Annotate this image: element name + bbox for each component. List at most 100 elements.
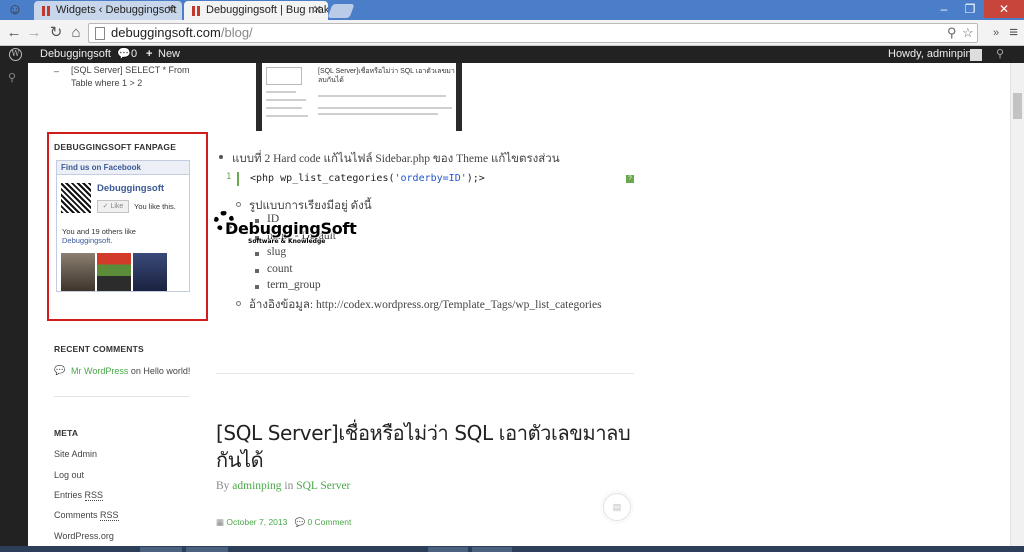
wp-admin-bar: W Debuggingsoft 💬 0 + New Howdy, adminpi… — [0, 46, 1024, 63]
post-format-icon: ▤ — [603, 493, 631, 521]
fb-header: Find us on Facebook — [57, 161, 189, 175]
comments-bubble-icon[interactable]: 💬 — [117, 46, 131, 63]
list-circle — [236, 202, 241, 207]
code-line-number: 1 — [226, 172, 232, 182]
url-path: /blog/ — [220, 25, 253, 40]
list-bullet — [219, 155, 223, 159]
meta-site-admin[interactable]: Site Admin — [54, 449, 97, 459]
fb-others-link[interactable]: Debuggingsoft. — [62, 236, 112, 245]
back-arrow-icon[interactable]: ← — [4, 23, 24, 43]
method-2-text: แบบที่ 2 Hard code แก้ไนไฟล์ Sidebar.php… — [232, 153, 560, 165]
recent-comments-title: RECENT COMMENTS — [54, 344, 144, 354]
fb-fan-avatar[interactable] — [97, 253, 131, 291]
sidebar-post-link-line2[interactable]: Table where 1 > 2 — [71, 78, 142, 88]
fb-page-name[interactable]: Debuggingsoft — [97, 183, 164, 194]
list-square — [255, 269, 259, 273]
taskbar-item[interactable] — [186, 547, 228, 552]
profile-avatar-icon[interactable]: ☺ — [4, 0, 26, 20]
forward-arrow-icon[interactable]: → — [24, 23, 44, 43]
fb-others-text: You and 19 others like Debuggingsoft. — [62, 227, 136, 245]
home-icon[interactable]: ⌂ — [66, 23, 86, 43]
post-screenshot-image: [SQL Server]เชื่อหรือไม่ว่า SQL เอาตัวเล… — [256, 63, 462, 131]
browser-tab-bar: ☺ Widgets ‹ Debuggingsoft ✕ Debuggingsof… — [0, 0, 1024, 20]
tab-close-icon[interactable]: ✕ — [167, 1, 176, 20]
list-square — [255, 252, 259, 256]
wordpress-logo-icon[interactable]: W — [9, 48, 22, 61]
shot-line — [266, 91, 296, 93]
comment-author-link[interactable]: Mr WordPress — [71, 366, 128, 376]
search-icon[interactable]: ⚲ — [8, 71, 16, 84]
chrome-menu-icon[interactable]: ≡ — [1009, 23, 1018, 43]
reload-icon[interactable]: ↻ — [46, 23, 66, 43]
taskbar-item[interactable] — [472, 547, 512, 552]
order-item-term-group: term_group — [267, 279, 321, 291]
new-tab-button[interactable] — [327, 4, 355, 18]
calendar-icon: ▦ — [216, 517, 225, 527]
fb-page-logo[interactable] — [61, 183, 91, 213]
tab-close-icon[interactable]: ✕ — [313, 1, 322, 20]
facebook-like-box: Find us on Facebook Debuggingsoft ✓ Like… — [56, 160, 190, 292]
code-toggle-icon[interactable]: ? — [626, 175, 634, 183]
comment-bubble-icon: 💬 — [54, 365, 66, 375]
shot-post-title: [SQL Server]เชื่อหรือไม่ว่า SQL เอาตัวเล… — [318, 68, 455, 84]
shot-line — [318, 113, 438, 115]
fb-fan-avatar[interactable] — [61, 253, 95, 291]
author-link[interactable]: adminping — [232, 480, 281, 492]
meta-title: META — [54, 428, 79, 438]
debuggingsoft-watermark-logo: DebuggingSoft Software & Knowledge — [214, 211, 357, 249]
admin-bar-comment-count[interactable]: 0 — [131, 46, 137, 63]
restore-icon[interactable]: ❐ — [956, 0, 984, 18]
admin-bar-howdy[interactable]: Howdy, adminping — [888, 46, 978, 63]
shot-line — [266, 99, 306, 101]
admin-bar-site-name[interactable]: Debuggingsoft — [40, 46, 111, 63]
code-gutter — [237, 172, 239, 186]
post-comments-link[interactable]: 0 Comment — [307, 517, 351, 527]
order-item-count: count — [267, 263, 293, 275]
list-square — [255, 285, 259, 289]
comment-icon: 💬 — [294, 517, 306, 527]
page-scrollbar[interactable] — [1010, 63, 1024, 552]
taskbar-item[interactable] — [140, 547, 182, 552]
reference-text: อ้างอิงข้อมูล: http://codex.wordpress.or… — [249, 299, 602, 311]
scrollbar-thumb[interactable] — [1013, 93, 1022, 119]
shot-line — [266, 107, 302, 109]
sidebar-post-link-line1[interactable]: [SQL Server] SELECT * From — [71, 65, 190, 75]
page-icon — [95, 27, 105, 40]
meta-log-out[interactable]: Log out — [54, 470, 84, 480]
address-bar[interactable]: debuggingsoft.com/blog/ ⚲ ☆ — [88, 23, 978, 43]
url-host: debuggingsoft.com — [111, 25, 221, 40]
post-date-link[interactable]: October 7, 2013 — [226, 517, 287, 527]
recent-comment: Mr WordPress on Hello world! — [71, 366, 191, 376]
tab-widgets[interactable]: Widgets ‹ Debuggingsoft ✕ — [34, 1, 182, 20]
fanpage-title: DEBUGGINGSOFT FANPAGE — [54, 142, 177, 152]
fb-like-button[interactable]: ✓ Like — [97, 200, 129, 213]
minimize-icon[interactable]: – — [930, 0, 958, 18]
comment-post-link[interactable]: Hello world! — [143, 366, 190, 376]
fb-fan-avatar[interactable] — [133, 253, 167, 291]
site-favicon-icon — [42, 6, 50, 16]
admin-bar-new[interactable]: New — [158, 46, 180, 63]
post-divider — [216, 373, 634, 374]
zoom-icon[interactable]: ⚲ — [947, 24, 957, 42]
code-line: <php wp_list_categories('orderby=ID');> — [250, 173, 485, 184]
extensions-overflow-icon[interactable]: » — [986, 23, 1006, 43]
category-link[interactable]: SQL Server — [296, 480, 350, 492]
meta-comments-rss[interactable]: Comments RSS — [54, 510, 119, 521]
window-close-icon[interactable]: ✕ — [984, 0, 1024, 18]
meta-entries-rss[interactable]: Entries RSS — [54, 490, 104, 501]
fanpage-widget-highlight: DEBUGGINGSOFT FANPAGE Find us on Faceboo… — [47, 132, 208, 321]
admin-search-icon[interactable]: ⚲ — [996, 46, 1004, 63]
sidebar-divider — [54, 396, 190, 397]
list-circle — [236, 301, 241, 306]
fb-you-like: You like this. — [134, 202, 176, 211]
bookmark-star-icon[interactable]: ☆ — [962, 24, 974, 42]
user-avatar[interactable] — [970, 49, 982, 61]
code-block: 1 <php wp_list_categories('orderby=ID');… — [224, 171, 636, 187]
next-post-title[interactable]: [SQL Server]เชื่อหรือไม่ว่า SQL เอาตัวเล… — [216, 420, 636, 474]
plus-icon[interactable]: + — [146, 46, 152, 63]
admin-side-strip: ⚲ — [0, 63, 28, 552]
shot-line — [266, 115, 308, 117]
meta-wordpress-org[interactable]: WordPress.org — [54, 531, 114, 541]
taskbar-item[interactable] — [428, 547, 468, 552]
tab-blog[interactable]: Debuggingsoft | Bug mak ✕ — [184, 1, 328, 20]
